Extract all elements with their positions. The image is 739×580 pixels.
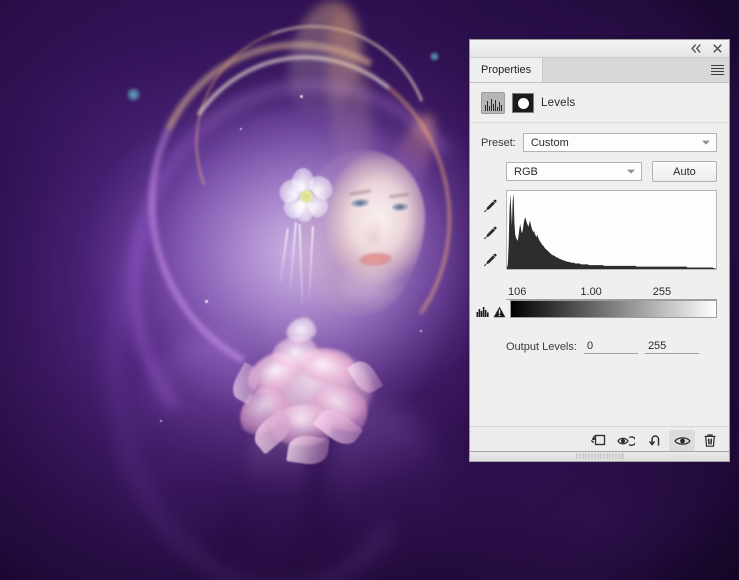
properties-panel: Properties Levels Preset: Custom RGB Aut… (470, 40, 729, 461)
clip-to-layer-button[interactable] (585, 430, 611, 452)
output-black-field[interactable]: 0 (583, 340, 638, 354)
tabstrip-filler (543, 58, 705, 82)
artwork-sparkle (430, 52, 439, 61)
output-white-field[interactable]: 255 (644, 340, 699, 354)
set-black-point-eyedropper[interactable] (483, 198, 498, 216)
eyedropper-tools (479, 190, 501, 300)
levels-main: 106 1.00 255 (506, 190, 717, 300)
toggle-visibility-button[interactable] (669, 429, 695, 452)
set-gray-point-eyedropper[interactable] (483, 225, 498, 243)
panel-tabstrip: Properties (470, 58, 729, 83)
preset-row: Preset: Custom (470, 123, 729, 152)
output-levels-gradient (510, 300, 717, 318)
preset-select[interactable]: Custom (522, 133, 717, 152)
artwork-sparkle (300, 95, 303, 98)
layer-mask-thumbnail-icon[interactable] (512, 93, 534, 113)
input-levels-values: 106 1.00 255 (506, 286, 717, 300)
preset-select-value: Custom (530, 136, 569, 149)
panel-bottom-edge (470, 452, 729, 461)
output-levels-slider[interactable] (510, 319, 717, 333)
levels-histogram-icon[interactable] (481, 92, 505, 114)
artwork-sparkle (160, 420, 162, 422)
hamburger-menu-icon (710, 63, 724, 77)
panel-titlebar (470, 40, 729, 58)
panel-menu-button[interactable] (705, 58, 729, 82)
reset-button[interactable] (641, 430, 667, 452)
artwork-white-flower (274, 166, 338, 226)
view-previous-state-button[interactable] (613, 430, 639, 452)
artwork-leaf (286, 433, 330, 467)
output-levels-row: Output Levels: 0 255 (470, 333, 729, 354)
levels-histogram[interactable] (506, 190, 717, 270)
channel-row: RGB Auto (470, 152, 729, 182)
input-shadow-field[interactable]: 106 (506, 286, 571, 300)
artwork-nose (366, 215, 380, 243)
delete-adjustment-button[interactable] (697, 430, 723, 452)
artwork-sparkle (127, 88, 140, 101)
output-levels-controls (510, 300, 729, 333)
artwork-sparkle (205, 300, 208, 303)
output-levels-section (470, 300, 729, 333)
screen: Properties Levels Preset: Custom RGB Aut… (0, 0, 739, 580)
artwork-chin-glow (340, 265, 400, 307)
panel-resize-grip[interactable] (575, 453, 624, 459)
adjustment-title: Levels (541, 97, 576, 109)
channel-select-value: RGB (514, 165, 538, 178)
clipping-preview-icon[interactable] (476, 306, 491, 321)
clipping-warning-icon[interactable] (493, 306, 506, 321)
tab-properties-label: Properties (481, 64, 532, 76)
input-midtone-field[interactable]: 1.00 (570, 286, 643, 300)
tab-properties[interactable]: Properties (470, 58, 544, 82)
chevron-down-icon (627, 169, 635, 174)
chevron-down-icon (702, 140, 710, 145)
output-levels-label: Output Levels: (506, 341, 577, 353)
panel-footer (470, 426, 729, 454)
set-white-point-eyedropper[interactable] (483, 252, 498, 270)
preset-label: Preset: (481, 136, 516, 149)
channel-select[interactable]: RGB (506, 162, 642, 181)
auto-button[interactable]: Auto (652, 161, 717, 182)
clipping-icons (470, 300, 510, 321)
adjustment-header: Levels (470, 83, 729, 123)
artwork-sparkle (240, 128, 242, 130)
artwork-sparkle (420, 330, 422, 332)
panel-body: Levels Preset: Custom RGB Auto 106 1.00 … (470, 83, 729, 454)
collapse-to-icons-button[interactable] (690, 42, 703, 55)
input-levels-slider[interactable] (506, 271, 717, 285)
input-highlight-field[interactable]: 255 (642, 286, 717, 300)
close-panel-button[interactable] (711, 42, 724, 55)
levels-area: 106 1.00 255 (470, 182, 729, 300)
